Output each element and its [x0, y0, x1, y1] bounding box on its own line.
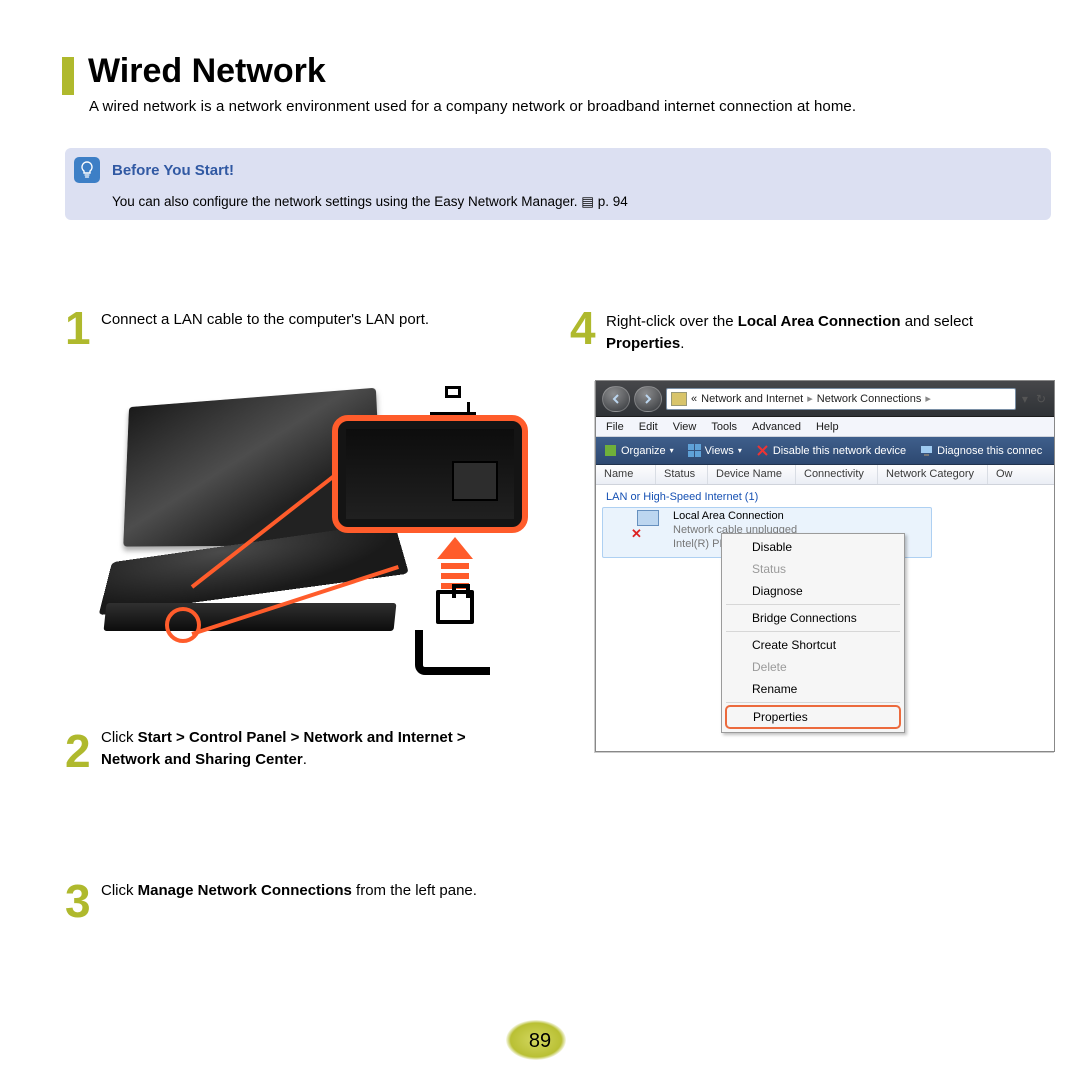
- refresh-button[interactable]: ↻: [1034, 392, 1048, 406]
- step-4-b: Local Area Connection: [738, 313, 901, 330]
- before-body: You can also configure the network setti…: [112, 194, 628, 210]
- page-number: 89: [0, 1030, 1080, 1053]
- views-label: Views: [705, 445, 734, 457]
- connection-icon: ✕: [631, 510, 665, 540]
- col-device-name[interactable]: Device Name: [708, 465, 796, 484]
- before-title: Before You Start!: [112, 162, 234, 179]
- lightbulb-icon: [74, 157, 100, 183]
- connection-name: Local Area Connection: [673, 510, 797, 524]
- lan-cable-illustration: [95, 385, 530, 670]
- col-connectivity[interactable]: Connectivity: [796, 465, 878, 484]
- step-4-c: and select: [901, 313, 974, 330]
- port-highlight-ring: [165, 607, 201, 643]
- breadcrumb-sep: ▸: [925, 392, 931, 405]
- ctx-separator: [726, 631, 900, 632]
- disable-label: Disable this network device: [773, 445, 906, 457]
- step-2-prefix: Click: [101, 729, 138, 746]
- breadcrumb-sep: ▸: [807, 392, 813, 405]
- col-name[interactable]: Name: [596, 465, 656, 484]
- col-status[interactable]: Status: [656, 465, 708, 484]
- connection-group-header: LAN or High-Speed Internet (1): [596, 485, 1054, 507]
- context-menu: Disable Status Diagnose Bridge Connectio…: [721, 533, 905, 733]
- ctx-shortcut[interactable]: Create Shortcut: [724, 634, 902, 656]
- address-prefix: «: [691, 393, 697, 405]
- network-connections-window: « Network and Internet ▸ Network Connect…: [595, 380, 1055, 752]
- menu-help[interactable]: Help: [816, 421, 839, 433]
- address-dropdown[interactable]: ▾: [1020, 392, 1030, 406]
- title-accent: [62, 57, 74, 95]
- ctx-diagnose[interactable]: Diagnose: [724, 580, 902, 602]
- views-button[interactable]: Views▾: [688, 444, 742, 457]
- page-subtitle: A wired network is a network environment…: [89, 98, 856, 115]
- step-2-path: Start > Control Panel > Network and Inte…: [101, 729, 466, 768]
- col-network-category[interactable]: Network Category: [878, 465, 988, 484]
- step-3-prefix: Click: [101, 882, 138, 899]
- ctx-separator: [726, 702, 900, 703]
- arrow-up-icon: [437, 537, 473, 559]
- ctx-bridge[interactable]: Bridge Connections: [724, 607, 902, 629]
- step-1-text: Connect a LAN cable to the computer's LA…: [101, 311, 429, 328]
- menu-view[interactable]: View: [673, 421, 697, 433]
- window-navbar: « Network and Internet ▸ Network Connect…: [596, 381, 1054, 417]
- nav-forward-button[interactable]: [634, 386, 662, 412]
- step-4-d: Properties: [606, 335, 680, 352]
- diagnose-label: Diagnose this connec: [937, 445, 1042, 457]
- organize-button[interactable]: Organize▾: [604, 444, 674, 457]
- folder-icon: [671, 392, 687, 406]
- step-4-a: Right-click over the: [606, 313, 738, 330]
- before-body-text: You can also configure the network setti…: [112, 194, 581, 209]
- ctx-disable[interactable]: Disable: [724, 536, 902, 558]
- diagnose-button[interactable]: Diagnose this connec: [920, 444, 1042, 457]
- menu-bar: File Edit View Tools Advanced Help: [596, 417, 1054, 437]
- step-3-text: Click Manage Network Connections from th…: [101, 880, 501, 902]
- menu-tools[interactable]: Tools: [711, 421, 737, 433]
- ctx-separator: [726, 604, 900, 605]
- nav-back-button[interactable]: [602, 386, 630, 412]
- step-2-text: Click Start > Control Panel > Network an…: [101, 727, 521, 771]
- command-bar: Organize▾ Views▾ Disable this network de…: [596, 437, 1054, 465]
- step-2-suffix: .: [303, 751, 307, 768]
- step-2-number: 2: [65, 728, 91, 774]
- step-3-suffix: from the left pane.: [352, 882, 477, 899]
- menu-edit[interactable]: Edit: [639, 421, 658, 433]
- step-3-number: 3: [65, 878, 91, 924]
- error-x-icon: ✕: [631, 526, 642, 542]
- breadcrumb-1[interactable]: Network and Internet: [701, 393, 803, 405]
- column-headers: Name Status Device Name Connectivity Net…: [596, 465, 1054, 485]
- cable-icon: [415, 630, 490, 675]
- menu-file[interactable]: File: [606, 421, 624, 433]
- page-title: Wired Network: [88, 52, 326, 91]
- ctx-status: Status: [724, 558, 902, 580]
- step-4-e: .: [680, 335, 684, 352]
- rj45-port-icon: [452, 461, 498, 501]
- lan-port-callout: [332, 415, 528, 533]
- ctx-delete: Delete: [724, 656, 902, 678]
- organize-label: Organize: [621, 445, 666, 457]
- col-owner[interactable]: Ow: [988, 465, 1054, 484]
- menu-advanced[interactable]: Advanced: [752, 421, 801, 433]
- page-ref: ▤ p. 94: [581, 194, 628, 209]
- step-4-text: Right-click over the Local Area Connecti…: [606, 311, 1026, 355]
- ctx-properties[interactable]: Properties: [725, 705, 901, 729]
- disable-device-button[interactable]: Disable this network device: [756, 444, 906, 457]
- step-3-bold: Manage Network Connections: [138, 882, 352, 899]
- breadcrumb-2[interactable]: Network Connections: [817, 393, 922, 405]
- ctx-rename[interactable]: Rename: [724, 678, 902, 700]
- address-bar[interactable]: « Network and Internet ▸ Network Connect…: [666, 388, 1016, 410]
- step-4-number: 4: [570, 305, 596, 351]
- rj45-plug-icon: [436, 590, 474, 624]
- step-1-number: 1: [65, 305, 91, 351]
